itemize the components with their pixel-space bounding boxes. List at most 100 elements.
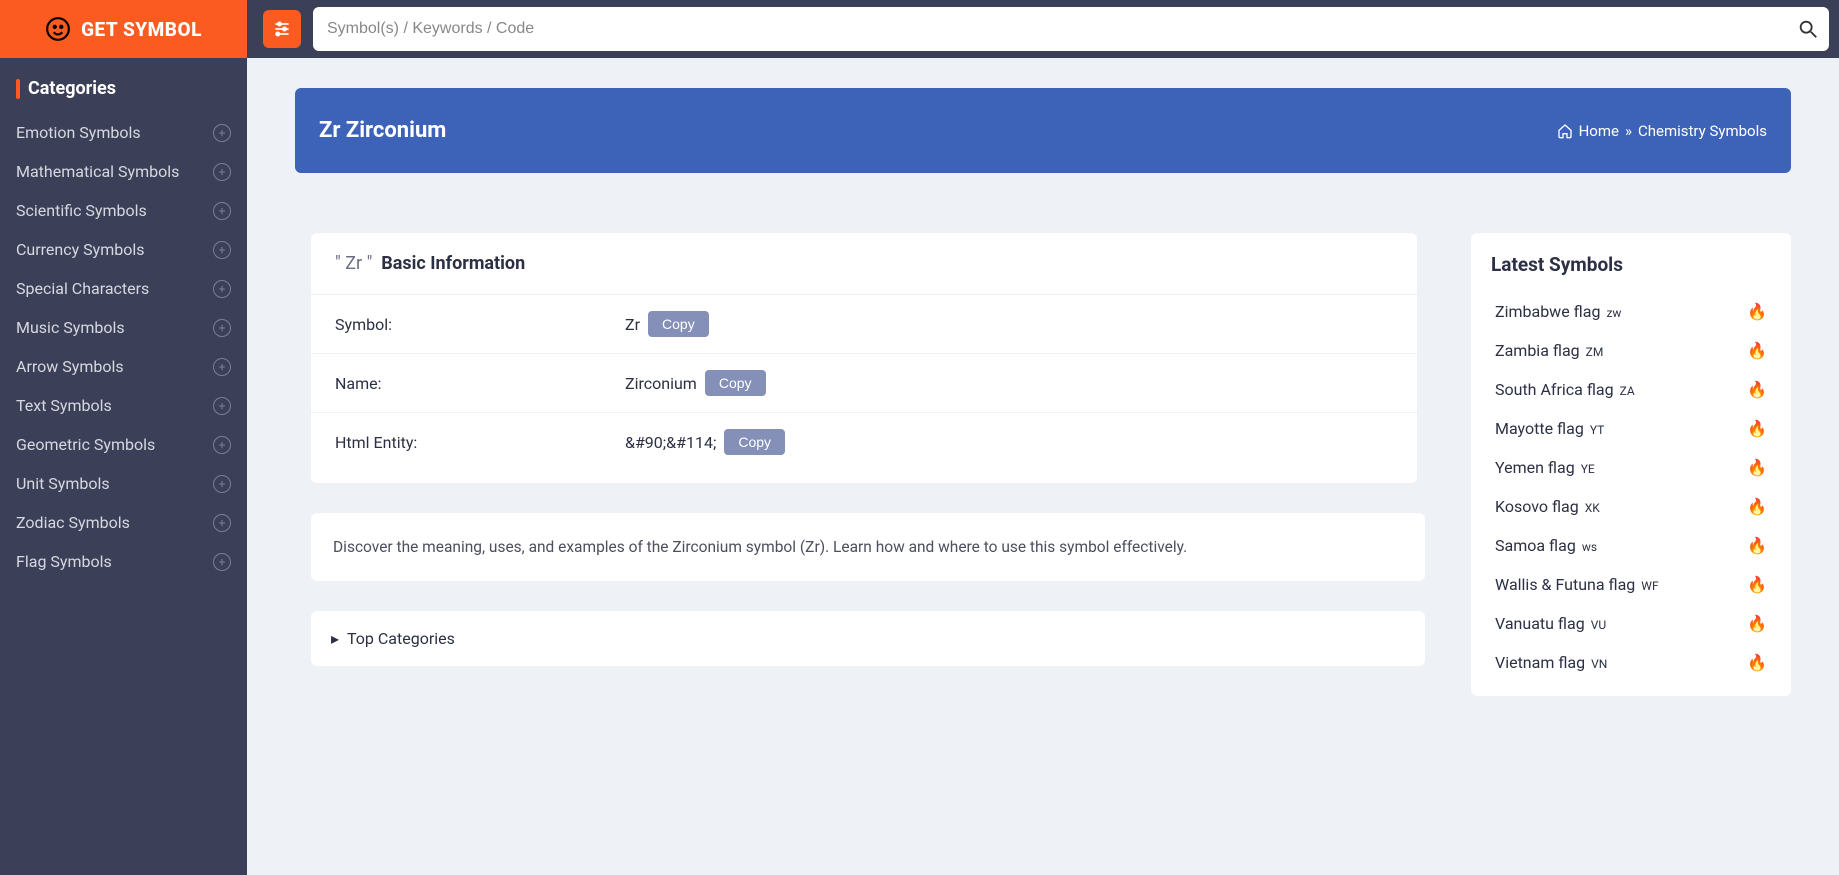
latest-item[interactable]: Samoa flag ws 🔥 [1483, 526, 1779, 565]
plus-icon: + [213, 163, 231, 181]
triangle-right-icon: ▸ [331, 629, 339, 648]
latest-item-code: ws [1582, 540, 1597, 554]
description-card: Discover the meaning, uses, and examples… [311, 513, 1425, 581]
latest-item[interactable]: Vanuatu flag VU 🔥 [1483, 604, 1779, 643]
latest-item-name: South Africa flag [1495, 380, 1614, 399]
latest-item[interactable]: Wallis & Futuna flag WF 🔥 [1483, 565, 1779, 604]
brand-logo[interactable]: GET SYMBOL [0, 0, 247, 58]
info-label: Html Entity: [335, 433, 625, 452]
latest-item[interactable]: Kosovo flag XK 🔥 [1483, 487, 1779, 526]
fire-icon: 🔥 [1747, 497, 1767, 516]
basic-info-heading: " Zr " Basic Information [311, 233, 1417, 295]
filter-button[interactable] [263, 10, 301, 48]
latest-item-code: VU [1591, 618, 1606, 632]
plus-icon: + [213, 475, 231, 493]
sidebar-item-label: Flag Symbols [16, 552, 112, 571]
categories-list: Emotion Symbols + Mathematical Symbols + Sci… [0, 113, 247, 581]
latest-item-name: Vanuatu flag [1495, 614, 1585, 633]
copy-button[interactable]: Copy [705, 370, 766, 396]
sidebar-item[interactable]: Geometric Symbols+ [0, 425, 247, 464]
sidebar-item[interactable]: Currency Symbols+ [0, 230, 247, 269]
latest-item-name: Kosovo flag [1495, 497, 1579, 516]
latest-item[interactable]: Zimbabwe flag zw 🔥 [1483, 292, 1779, 331]
latest-item-code: ZA [1620, 384, 1635, 398]
breadcrumb-sep: » [1625, 122, 1632, 140]
sidebar-item-label: Scientific Symbols [16, 201, 147, 220]
fire-icon: 🔥 [1747, 419, 1767, 438]
sidebar-item[interactable]: Arrow Symbols + [0, 347, 247, 386]
sidebar-item-label: Geometric Symbols [16, 435, 155, 454]
info-value-wrap: ZirconiumCopy [625, 370, 766, 396]
fire-icon: 🔥 [1747, 380, 1767, 399]
fire-icon: 🔥 [1747, 341, 1767, 360]
info-row: Symbol:ZrCopy [311, 295, 1417, 354]
latest-item-name: Yemen flag [1495, 458, 1575, 477]
plus-icon: + [213, 514, 231, 532]
latest-item[interactable]: Yemen flagYE🔥 [1483, 448, 1779, 487]
latest-item-name: Samoa flag [1495, 536, 1576, 555]
plus-icon: + [213, 280, 231, 298]
latest-item-name: Zimbabwe flag [1495, 302, 1600, 321]
sidebar-item[interactable]: Zodiac Symbols+ [0, 503, 247, 542]
fire-icon: 🔥 [1747, 536, 1767, 555]
latest-item-name: Wallis & Futuna flag [1495, 575, 1635, 594]
latest-item-code: ZM [1586, 345, 1604, 359]
latest-item-name: Vietnam flag [1495, 653, 1585, 672]
latest-item[interactable]: South Africa flag ZA 🔥 [1483, 370, 1779, 409]
fire-icon: 🔥 [1747, 575, 1767, 594]
breadcrumb-current[interactable]: Chemistry Symbols [1638, 122, 1767, 140]
latest-item-code: VN [1591, 657, 1607, 671]
plus-icon: + [213, 358, 231, 376]
topbar [247, 0, 1839, 58]
sidebar-item-label: Arrow Symbols [16, 357, 124, 376]
sidebar-item[interactable]: Emotion Symbols + [0, 113, 247, 152]
main-area: Zr Zirconium Home » Chemistry Symbols " … [247, 0, 1839, 875]
categories-heading: Categories [0, 58, 247, 113]
basic-info-card: " Zr " Basic Information Symbol:ZrCopyNa… [311, 233, 1417, 483]
sidebar-item-label: Text Symbols [16, 396, 112, 415]
info-table: Symbol:ZrCopyName:ZirconiumCopyHtml Enti… [311, 295, 1417, 471]
sidebar-item[interactable]: Special Characters + [0, 269, 247, 308]
info-label: Name: [335, 374, 625, 393]
latest-item[interactable]: Vietnam flag VN 🔥 [1483, 643, 1779, 682]
search-wrapper [313, 7, 1829, 51]
sidebar-item[interactable]: Text Symbols + [0, 386, 247, 425]
sidebar-item[interactable]: Scientific Symbols+ [0, 191, 247, 230]
sidebar-item-label: Mathematical Symbols [16, 162, 179, 181]
search-input[interactable] [327, 20, 1797, 38]
fire-icon: 🔥 [1747, 302, 1767, 321]
copy-button[interactable]: Copy [724, 429, 785, 455]
brand-name: GET SYMBOL [81, 18, 202, 41]
info-value: Zr [625, 315, 640, 334]
sidebar-item-label: Special Characters [16, 279, 149, 298]
page-title: Zr Zirconium [319, 118, 446, 143]
sidebar-item-label: Unit Symbols [16, 474, 110, 493]
sidebar-item[interactable]: Music Symbols+ [0, 308, 247, 347]
copy-button[interactable]: Copy [648, 311, 709, 337]
latest-heading: Latest Symbols [1471, 233, 1791, 288]
info-value-wrap: &#90;&#114;Copy [625, 429, 785, 455]
sidebar-item-label: Emotion Symbols [16, 123, 141, 142]
sidebar: GET SYMBOL Categories Emotion Symbols+Ma… [0, 0, 247, 875]
plus-icon: + [213, 124, 231, 142]
latest-item[interactable]: Zambia flagZM🔥 [1483, 331, 1779, 370]
plus-icon: + [213, 397, 231, 415]
latest-item-code: WF [1641, 579, 1658, 593]
latest-item-code: zw [1606, 306, 1621, 320]
breadcrumb-home[interactable]: Home [1579, 122, 1619, 140]
sidebar-item-label: Music Symbols [16, 318, 125, 337]
breadcrumb: Home » Chemistry Symbols [1557, 122, 1767, 140]
sidebar-item[interactable]: Mathematical Symbols + [0, 152, 247, 191]
search-icon[interactable] [1797, 18, 1819, 40]
info-row: Name:ZirconiumCopy [311, 354, 1417, 413]
fire-icon: 🔥 [1747, 653, 1767, 672]
page-banner: Zr Zirconium Home » Chemistry Symbols [295, 88, 1791, 173]
fire-icon: 🔥 [1747, 614, 1767, 633]
sidebar-item[interactable]: Unit Symbols + [0, 464, 247, 503]
sidebar-item[interactable]: Flag Symbols+ [0, 542, 247, 581]
latest-item[interactable]: Mayotte flagYT🔥 [1483, 409, 1779, 448]
latest-list: Zimbabwe flagzw🔥Zambia flagZM🔥South Afri… [1471, 288, 1791, 696]
top-categories-toggle[interactable]: ▸ Top Categories [311, 611, 1425, 666]
info-row: Html Entity:&#90;&#114;Copy [311, 413, 1417, 471]
latest-item-code: XK [1585, 501, 1600, 515]
